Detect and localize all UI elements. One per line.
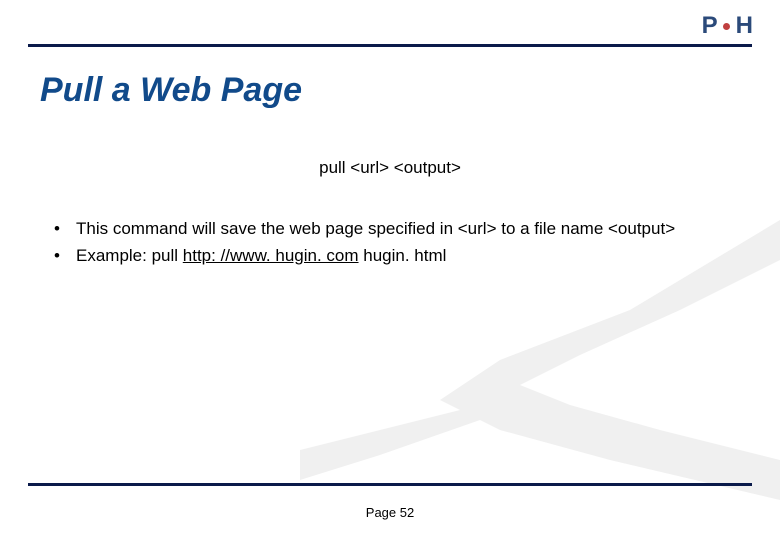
logo-dot-icon: [723, 23, 730, 30]
slide-title: Pull a Web Page: [40, 71, 740, 110]
page-number: Page 52: [0, 505, 780, 520]
content-area: Pull a Web Page pull <url> <output> This…: [0, 47, 780, 268]
bullet-text-post: hugin. html: [359, 246, 447, 265]
bullet-list: This command will save the web page spec…: [40, 218, 740, 268]
bullet-text-pre: Example: pull: [76, 246, 183, 265]
header: P H: [0, 0, 780, 40]
example-url-link[interactable]: http: //www. hugin. com: [183, 246, 359, 265]
bottom-divider: [28, 483, 752, 486]
bullet-text: This command will save the web page spec…: [76, 219, 675, 238]
logo-letter-h: H: [736, 12, 752, 40]
list-item: This command will save the web page spec…: [50, 218, 740, 241]
logo: P H: [702, 12, 752, 40]
logo-letter-p: P: [702, 12, 717, 40]
command-syntax: pull <url> <output>: [40, 158, 740, 178]
list-item: Example: pull http: //www. hugin. com hu…: [50, 245, 740, 268]
